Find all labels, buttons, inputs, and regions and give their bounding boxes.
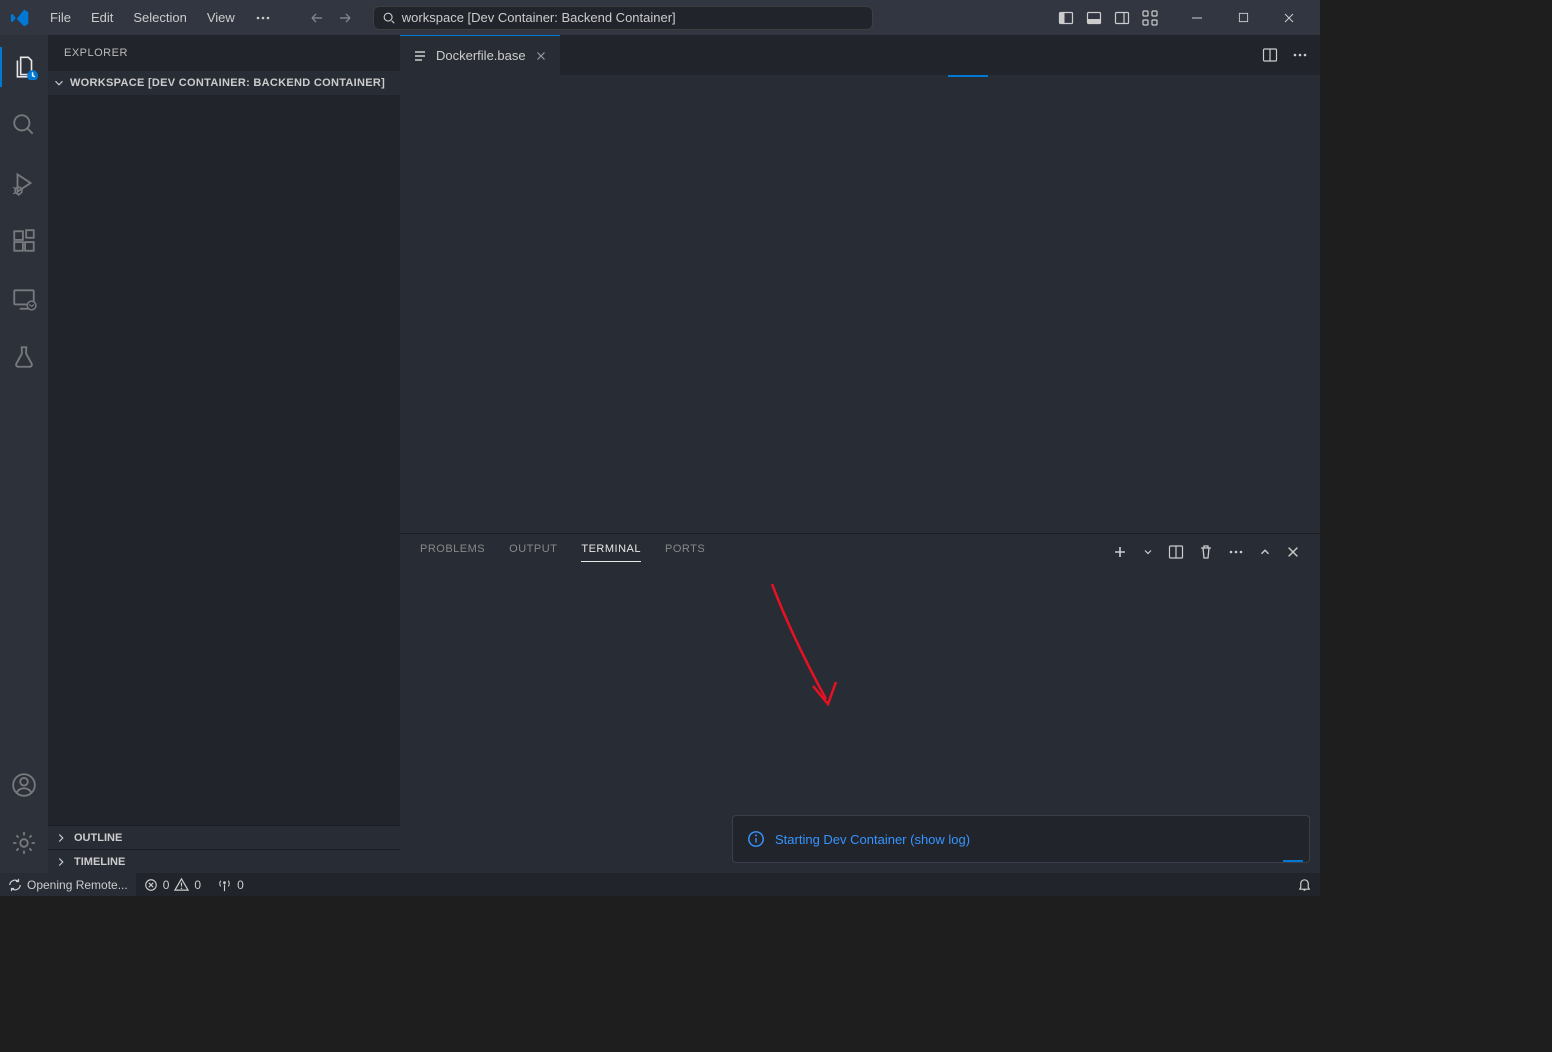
activity-accounts-icon[interactable]	[0, 765, 48, 805]
main-area: EXPLORER WORKSPACE [DEV CONTAINER: BACKE…	[0, 35, 1320, 873]
status-errors-count: 0	[163, 878, 170, 892]
window-controls	[1174, 0, 1312, 35]
split-editor-icon[interactable]	[1262, 47, 1278, 63]
toggle-primary-sidebar-icon[interactable]	[1058, 10, 1074, 26]
status-notifications[interactable]	[1289, 873, 1320, 896]
status-ports[interactable]: 0	[209, 873, 252, 896]
bell-icon	[1297, 877, 1312, 892]
nav-forward-icon[interactable]	[337, 10, 353, 26]
timeline-label: TIMELINE	[74, 856, 125, 868]
close-panel-icon[interactable]	[1286, 545, 1300, 559]
menu-selection[interactable]: Selection	[125, 6, 194, 30]
bottom-panel: PROBLEMS OUTPUT TERMINAL PORTS	[400, 533, 1320, 873]
outline-section[interactable]: OUTLINE	[48, 825, 400, 849]
activity-settings-icon[interactable]	[0, 823, 48, 863]
menu-file[interactable]: File	[42, 6, 79, 30]
minimize-button[interactable]	[1174, 0, 1220, 35]
status-remote[interactable]: Opening Remote...	[0, 873, 136, 896]
workspace-folder-label: WORKSPACE [DEV CONTAINER: BACKEND CONTAI…	[70, 77, 385, 89]
vscode-logo-icon	[8, 6, 32, 30]
close-tab-icon[interactable]	[534, 49, 548, 63]
toggle-secondary-sidebar-icon[interactable]	[1114, 10, 1130, 26]
tab-label: Dockerfile.base	[436, 48, 526, 63]
chevron-right-icon	[54, 855, 68, 869]
warning-icon	[174, 877, 189, 892]
activity-run-debug-icon[interactable]	[0, 163, 48, 203]
explorer-title: EXPLORER	[48, 35, 400, 71]
status-remote-label: Opening Remote...	[27, 878, 128, 892]
menu-edit[interactable]: Edit	[83, 6, 121, 30]
explorer-sidebar: EXPLORER WORKSPACE [DEV CONTAINER: BACKE…	[48, 35, 400, 873]
tab-dockerfile[interactable]: Dockerfile.base	[400, 35, 560, 75]
editor-body[interactable]	[400, 75, 1320, 533]
activity-explorer-icon[interactable]	[0, 47, 48, 87]
sync-icon	[8, 878, 22, 892]
error-icon	[144, 878, 158, 892]
panel-tab-terminal[interactable]: TERMINAL	[581, 543, 641, 562]
activity-remote-explorer-icon[interactable]	[0, 279, 48, 319]
toggle-panel-icon[interactable]	[1086, 10, 1102, 26]
search-text: workspace [Dev Container: Backend Contai…	[402, 10, 676, 25]
panel-tab-ports[interactable]: PORTS	[665, 543, 705, 561]
titlebar: File Edit Selection View workspace [Dev …	[0, 0, 1320, 35]
activity-bar	[0, 35, 48, 873]
panel-actions	[1112, 544, 1300, 560]
file-lines-icon	[412, 48, 428, 64]
status-bar: Opening Remote... 0 0 0	[0, 873, 1320, 896]
command-center-search[interactable]: workspace [Dev Container: Backend Contai…	[373, 6, 873, 30]
editor-actions	[1262, 35, 1320, 75]
more-actions-icon[interactable]	[1292, 47, 1308, 63]
chevron-up-icon[interactable]	[1258, 545, 1272, 559]
notification-link[interactable]: Starting Dev Container (show log)	[775, 832, 970, 847]
workspace-folder-header[interactable]: WORKSPACE [DEV CONTAINER: BACKEND CONTAI…	[48, 71, 400, 95]
nav-buttons	[309, 10, 353, 26]
maximize-button[interactable]	[1220, 0, 1266, 35]
activity-testing-icon[interactable]	[0, 337, 48, 377]
search-icon	[382, 11, 396, 25]
explorer-tree[interactable]	[48, 95, 400, 825]
status-ports-count: 0	[237, 878, 244, 892]
toast-progress	[1283, 860, 1303, 862]
main-menu: File Edit Selection View	[42, 6, 279, 30]
status-warnings-count: 0	[194, 878, 201, 892]
layout-buttons	[1058, 10, 1158, 26]
panel-tab-output[interactable]: OUTPUT	[509, 543, 557, 561]
close-window-button[interactable]	[1266, 0, 1312, 35]
new-terminal-icon[interactable]	[1112, 544, 1128, 560]
outline-label: OUTLINE	[74, 832, 122, 844]
terminal-body[interactable]: Starting Dev Container (show log)	[400, 570, 1320, 873]
customize-layout-icon[interactable]	[1142, 10, 1158, 26]
chevron-right-icon	[54, 831, 68, 845]
chevron-down-icon	[52, 76, 66, 90]
more-actions-icon[interactable]	[1228, 544, 1244, 560]
status-problems[interactable]: 0 0	[136, 873, 209, 896]
timeline-section[interactable]: TIMELINE	[48, 849, 400, 873]
nav-back-icon[interactable]	[309, 10, 325, 26]
trash-icon[interactable]	[1198, 544, 1214, 560]
chevron-down-icon[interactable]	[1142, 546, 1154, 558]
menu-view[interactable]: View	[199, 6, 243, 30]
editor-area: Dockerfile.base PROBLEMS OUTPUT TERMINAL…	[400, 35, 1320, 873]
activity-search-icon[interactable]	[0, 105, 48, 145]
panel-tabs: PROBLEMS OUTPUT TERMINAL PORTS	[400, 534, 1320, 570]
panel-tab-problems[interactable]: PROBLEMS	[420, 543, 485, 561]
split-terminal-icon[interactable]	[1168, 544, 1184, 560]
loading-indicator	[948, 75, 988, 77]
tab-bar: Dockerfile.base	[400, 35, 1320, 75]
radio-tower-icon	[217, 877, 232, 892]
activity-extensions-icon[interactable]	[0, 221, 48, 261]
info-icon	[747, 830, 765, 848]
menu-more-icon[interactable]	[247, 6, 279, 30]
notification-toast[interactable]: Starting Dev Container (show log)	[732, 815, 1310, 863]
